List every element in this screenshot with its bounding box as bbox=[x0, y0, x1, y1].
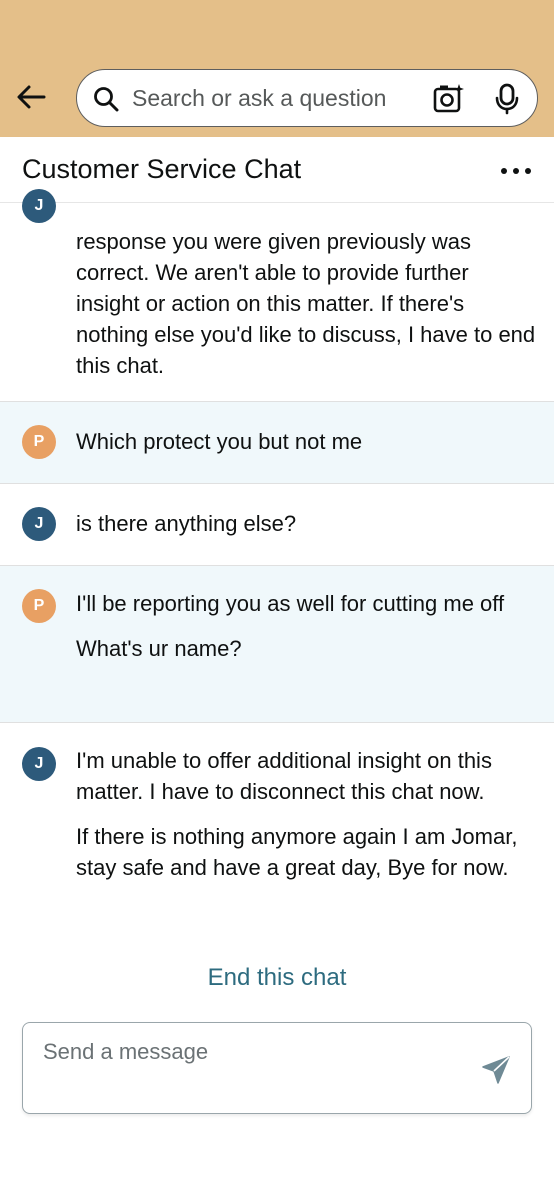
chat-message: J is there anything else? bbox=[0, 484, 554, 566]
message-body: I'll be reporting you as well for cuttin… bbox=[76, 588, 536, 664]
arrow-left-icon bbox=[17, 85, 46, 109]
back-button[interactable] bbox=[14, 80, 48, 114]
search-input[interactable] bbox=[132, 82, 422, 114]
chat-header: Customer Service Chat bbox=[0, 137, 554, 203]
agent-avatar: J bbox=[22, 747, 56, 781]
chat-message: J I'm unable to offer additional insight… bbox=[0, 723, 554, 953]
message-text: I'm unable to offer additional insight o… bbox=[76, 748, 492, 804]
agent-avatar: J bbox=[22, 189, 56, 223]
camera-icon[interactable] bbox=[433, 83, 465, 113]
user-avatar: P bbox=[22, 425, 56, 459]
message-text: I'll be reporting you as well for cuttin… bbox=[76, 591, 505, 616]
chat-title: Customer Service Chat bbox=[22, 154, 302, 184]
microphone-icon[interactable] bbox=[495, 83, 519, 115]
message-text: Which protect you but not me bbox=[76, 429, 363, 454]
message-body: is there anything else? bbox=[76, 508, 536, 539]
message-text: response you were given previously was c… bbox=[76, 229, 536, 378]
message-text: If there is nothing anymore again I am J… bbox=[76, 824, 518, 880]
chat-message: P Which protect you but not me bbox=[0, 402, 554, 484]
more-options-icon[interactable] bbox=[498, 159, 534, 183]
message-text: What's ur name? bbox=[76, 636, 242, 661]
search-icon bbox=[94, 87, 119, 112]
top-bar bbox=[0, 0, 554, 137]
user-avatar: P bbox=[22, 589, 56, 623]
message-body: Which protect you but not me bbox=[76, 426, 536, 457]
message-composer bbox=[22, 1022, 532, 1114]
message-text: is there anything else? bbox=[76, 511, 297, 536]
chat-message: P I'll be reporting you as well for cutt… bbox=[0, 566, 554, 723]
message-body: I'm unable to offer additional insight o… bbox=[76, 745, 536, 883]
message-input[interactable] bbox=[43, 1039, 463, 1099]
send-icon[interactable] bbox=[479, 1053, 513, 1087]
search-box[interactable] bbox=[76, 69, 538, 127]
message-body: response you were given previously was c… bbox=[76, 226, 536, 381]
agent-avatar: J bbox=[22, 507, 56, 541]
end-chat-link[interactable]: End this chat bbox=[0, 964, 554, 992]
chat-message: J response you were given previously was… bbox=[0, 189, 554, 402]
